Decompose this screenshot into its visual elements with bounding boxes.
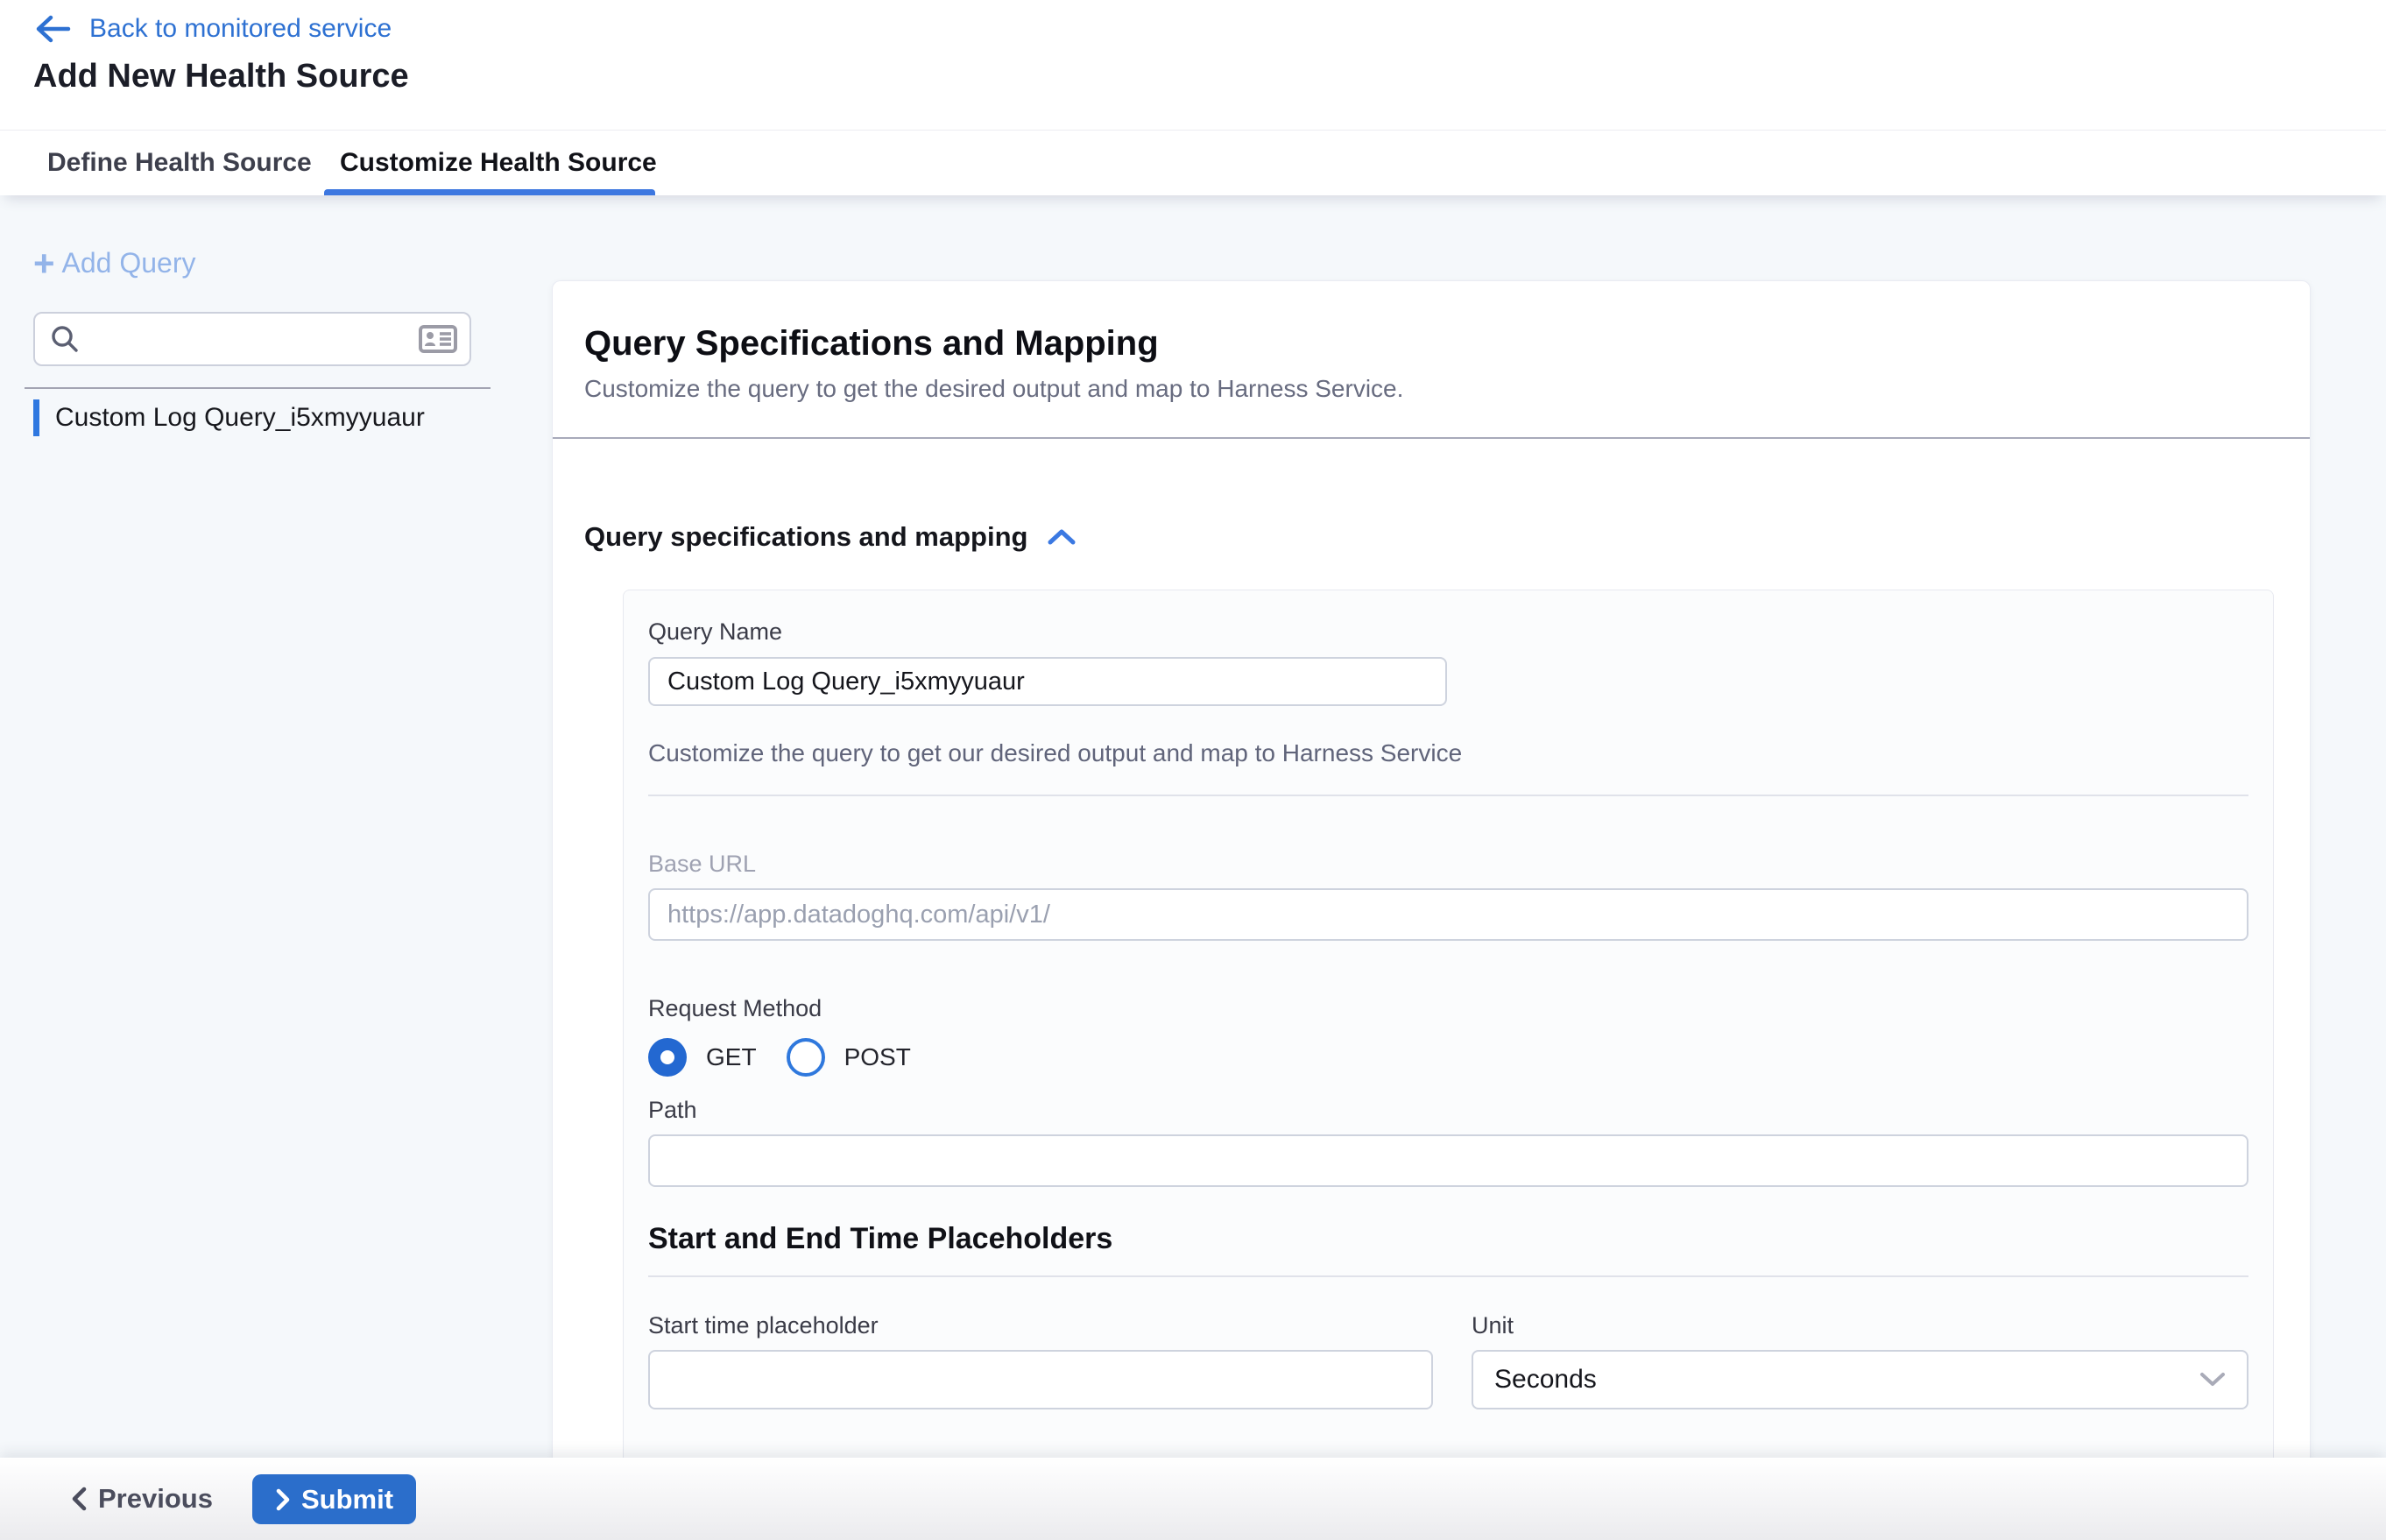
panel-divider <box>648 795 2248 796</box>
radio-get-label: GET <box>706 1043 757 1071</box>
request-method-label: Request Method <box>648 995 2248 1021</box>
active-tab-underline <box>324 189 655 195</box>
query-mapping-card: Query Specifications and Mapping Customi… <box>552 280 2311 1540</box>
chevron-left-icon <box>70 1487 88 1511</box>
tab-customize-health-source[interactable]: Customize Health Source <box>340 131 657 195</box>
chevron-down-icon <box>2199 1372 2226 1388</box>
page-title: Add New Health Source <box>33 58 409 95</box>
add-query-label: Add Query <box>62 247 196 279</box>
radio-get-icon <box>648 1038 687 1077</box>
footer-bar: Previous Submit <box>0 1458 2386 1540</box>
radio-option-get[interactable]: GET <box>648 1038 757 1077</box>
unit-select-value: Seconds <box>1494 1365 1597 1395</box>
collapse-section-button[interactable] <box>1047 527 1077 547</box>
previous-button[interactable]: Previous <box>70 1458 213 1540</box>
section-title-row: Query specifications and mapping <box>584 521 2278 553</box>
start-time-input[interactable] <box>648 1350 1433 1409</box>
query-name-label: Query Name <box>648 618 2248 645</box>
plus-icon: + <box>33 248 55 279</box>
section-title: Query specifications and mapping <box>584 521 1027 553</box>
path-input[interactable] <box>648 1134 2248 1187</box>
card-heading: Query Specifications and Mapping <box>584 323 2278 364</box>
page-header: Back to monitored service Add New Health… <box>0 0 2386 130</box>
base-url-input[interactable] <box>648 888 2248 941</box>
start-time-label: Start time placeholder <box>648 1312 1433 1339</box>
request-method-radio-group: GET POST <box>648 1038 2248 1077</box>
submit-button[interactable]: Submit <box>252 1474 416 1524</box>
query-spec-panel: Query Name Customize the query to get ou… <box>623 590 2274 1540</box>
card-header: Query Specifications and Mapping Customi… <box>553 281 2310 439</box>
query-name-input[interactable] <box>648 657 1447 706</box>
unit-select[interactable]: Seconds <box>1472 1350 2248 1409</box>
tab-bar: Define Health Source Customize Health So… <box>0 130 2386 195</box>
time-placeholders-divider <box>648 1275 2248 1277</box>
radio-post-label: POST <box>844 1043 911 1071</box>
page: Back to monitored service Add New Health… <box>0 0 2386 1540</box>
content-area: + Add Query Custom Log Query_i5xmyyuaur … <box>0 194 2386 1540</box>
query-item-label: Custom Log Query_i5xmyyuaur <box>55 403 425 433</box>
card-subheading: Customize the query to get the desired o… <box>584 374 2278 404</box>
time-placeholders-row: Start time placeholder Unit Seconds <box>648 1312 2248 1409</box>
path-label: Path <box>648 1097 2248 1123</box>
radio-post-icon <box>787 1038 825 1077</box>
search-icon <box>49 323 81 355</box>
active-item-indicator <box>33 399 39 436</box>
radio-option-post[interactable]: POST <box>787 1038 911 1077</box>
chevron-up-icon <box>1047 527 1077 547</box>
address-card-icon[interactable] <box>419 323 457 355</box>
back-arrow-icon <box>33 14 72 44</box>
search-input[interactable] <box>93 324 419 354</box>
query-search-box <box>33 312 471 366</box>
tab-define-health-source[interactable]: Define Health Source <box>47 131 312 195</box>
start-time-field: Start time placeholder <box>648 1312 1433 1409</box>
unit-label: Unit <box>1472 1312 2248 1339</box>
query-list-item[interactable]: Custom Log Query_i5xmyyuaur <box>33 399 425 436</box>
back-link[interactable]: Back to monitored service <box>33 14 392 44</box>
chevron-right-icon <box>275 1488 291 1511</box>
back-link-label: Back to monitored service <box>89 14 392 44</box>
sidebar-divider <box>25 387 491 389</box>
base-url-label: Base URL <box>648 851 2248 877</box>
query-name-helper-text: Customize the query to get our desired o… <box>648 738 2248 768</box>
unit-field: Unit Seconds <box>1472 1312 2248 1409</box>
previous-button-label: Previous <box>98 1483 213 1515</box>
time-placeholders-heading: Start and End Time Placeholders <box>648 1221 2248 1256</box>
submit-button-label: Submit <box>301 1484 393 1515</box>
add-query-button[interactable]: + Add Query <box>33 247 196 279</box>
